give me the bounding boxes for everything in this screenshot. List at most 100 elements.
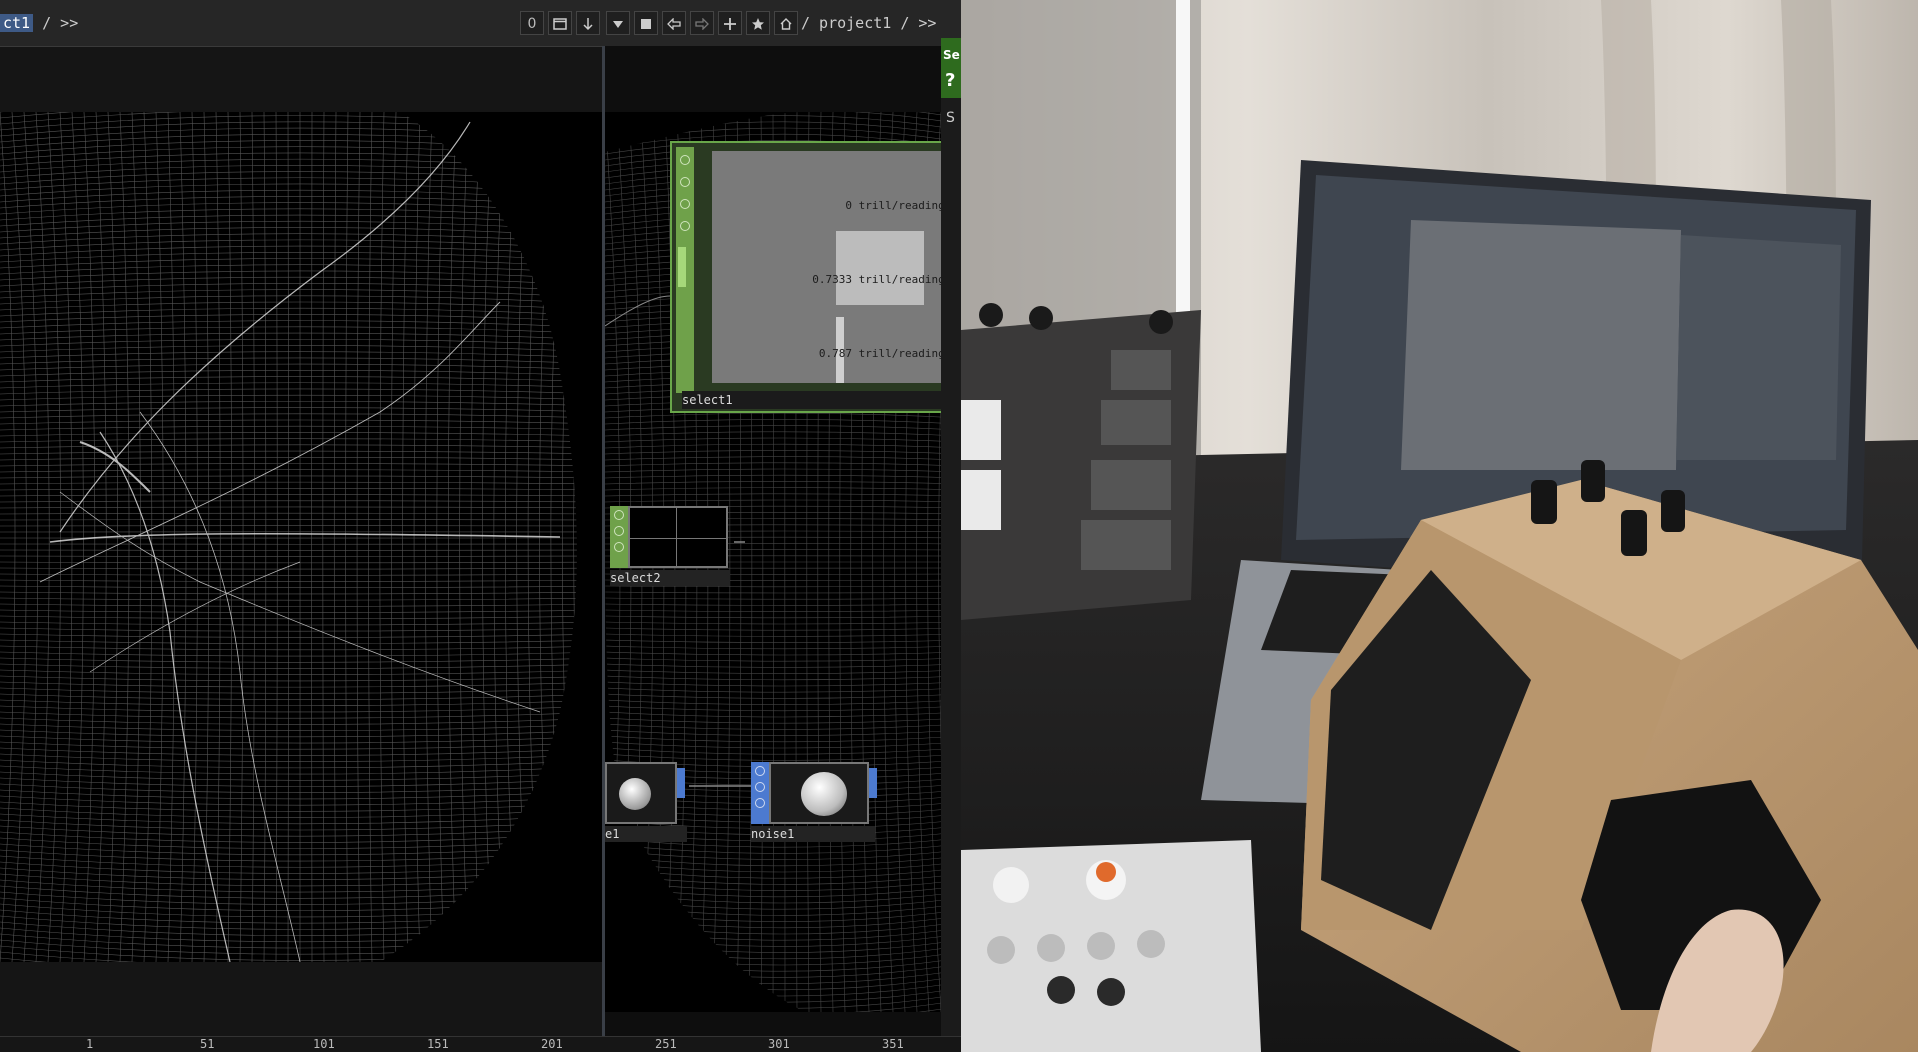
mesh-line — [0, 121, 577, 137]
timeline-tick: 101 — [313, 1037, 335, 1051]
mesh-line — [0, 615, 577, 620]
mesh-line — [0, 202, 577, 215]
mesh-line — [311, 112, 313, 962]
mesh-line — [0, 717, 577, 725]
photo-scene — [961, 0, 1918, 1052]
path-current-component[interactable]: ct1 — [0, 14, 34, 32]
mesh-line — [0, 789, 577, 800]
arrow-left-icon[interactable] — [662, 11, 686, 35]
mesh-line — [459, 112, 469, 962]
mesh-line — [0, 283, 577, 293]
mesh-line — [0, 567, 577, 570]
star-icon[interactable] — [746, 11, 770, 35]
mesh-line — [0, 609, 577, 613]
mesh-line — [0, 140, 577, 155]
mesh-line — [0, 239, 577, 251]
mesh-line — [0, 112, 16, 962]
render-viewer[interactable] — [0, 112, 602, 962]
mesh-line — [0, 855, 577, 868]
network-editor[interactable]: 0 trill/readings/ 0.7333 trill/readings/… — [605, 46, 961, 1036]
mesh-line — [0, 645, 577, 651]
mesh-line — [0, 189, 577, 203]
mesh-line — [0, 921, 577, 936]
mesh-line — [0, 687, 577, 694]
mesh-line — [0, 705, 577, 713]
mesh-line — [227, 112, 232, 962]
plus-icon[interactable] — [718, 11, 742, 35]
square-icon[interactable] — [634, 11, 658, 35]
arrow-right-icon[interactable] — [690, 11, 714, 35]
mesh-line — [0, 819, 577, 831]
mesh-line — [0, 597, 577, 601]
mesh-line — [0, 783, 577, 794]
mesh-line — [0, 639, 577, 644]
timeline[interactable]: 1 51 101 151 201 251 301 351 — [0, 1036, 961, 1052]
mesh-line — [436, 112, 445, 962]
path-more[interactable]: / >> — [33, 14, 78, 32]
timeline-tick: 1 — [86, 1037, 94, 1051]
mesh-line — [0, 214, 577, 227]
mesh-line — [0, 494, 577, 497]
mesh-line — [379, 112, 385, 962]
timeline-tick: 151 — [427, 1037, 449, 1051]
arrow-down-icon[interactable] — [576, 11, 600, 35]
mesh-line — [0, 633, 577, 638]
mesh-line — [0, 463, 577, 467]
mesh-line — [0, 363, 577, 371]
mesh-line — [0, 413, 577, 419]
mesh-line — [0, 939, 577, 955]
home-icon[interactable] — [774, 11, 798, 35]
mesh-line — [0, 627, 577, 632]
mesh-line — [0, 825, 577, 837]
mesh-line — [0, 345, 577, 353]
network-path-right[interactable]: / project1 / >> — [801, 12, 936, 34]
mesh-line — [447, 112, 457, 962]
mesh-line — [0, 500, 577, 503]
mesh-line — [0, 196, 577, 209]
mesh-line — [0, 723, 577, 731]
window-icon[interactable] — [548, 11, 572, 35]
mesh-line — [0, 438, 577, 443]
mesh-line — [11, 112, 27, 962]
mesh-line — [0, 561, 577, 564]
mesh-line — [0, 573, 577, 576]
parameter-panel-tab[interactable]: Se ? — [941, 38, 961, 98]
mesh-line — [0, 276, 577, 287]
mesh-line — [0, 512, 577, 515]
help-icon[interactable]: ? — [945, 70, 955, 91]
mesh-line — [0, 585, 577, 589]
mesh-line — [0, 831, 577, 843]
mesh-line — [0, 915, 577, 930]
mesh-line — [0, 425, 577, 431]
mesh-line — [0, 227, 577, 239]
mesh-line — [47, 112, 61, 962]
mesh-line — [0, 729, 577, 738]
mesh-line — [493, 112, 505, 962]
mesh-line — [0, 382, 577, 389]
mesh-line — [333, 112, 337, 962]
mesh-line — [143, 112, 153, 962]
mesh-line — [0, 112, 577, 119]
mesh-line — [0, 208, 577, 221]
mesh-line — [0, 675, 577, 682]
mesh-line — [0, 771, 577, 781]
mesh-line — [0, 657, 577, 663]
mesh-line — [0, 651, 577, 657]
mesh-line — [0, 663, 577, 669]
frame-counter[interactable]: 0 — [520, 11, 544, 35]
mesh-line — [0, 432, 577, 437]
mesh-line — [0, 849, 577, 862]
mesh-line — [0, 591, 577, 595]
wireframe-render — [0, 112, 577, 962]
mesh-line — [275, 112, 278, 962]
mesh-line — [0, 456, 577, 461]
network-path-left[interactable]: ct1 / >> — [0, 12, 78, 34]
mesh-line — [0, 127, 577, 143]
panel-page-tab[interactable]: S — [946, 110, 955, 126]
toolbar: ct1 / >> 0 / project1 / >> — [0, 0, 961, 47]
triangle-down-icon[interactable] — [606, 11, 630, 35]
mesh-line — [0, 332, 577, 341]
mesh-line — [0, 481, 577, 485]
mesh-line — [191, 112, 198, 962]
mesh-line — [0, 693, 577, 700]
